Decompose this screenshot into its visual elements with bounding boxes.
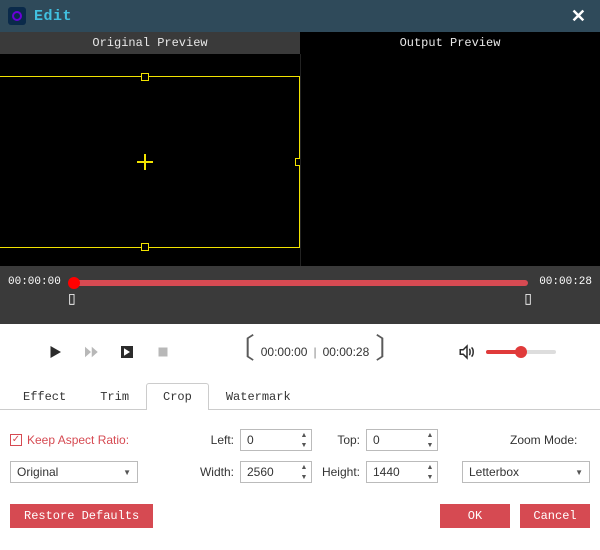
spin-up-icon[interactable]: ▲ xyxy=(423,462,437,472)
spin-up-icon[interactable]: ▲ xyxy=(297,462,311,472)
window-title: Edit xyxy=(34,8,72,25)
zoom-mode-label: Zoom Mode: xyxy=(510,433,590,447)
ok-button[interactable]: OK xyxy=(440,504,510,528)
cancel-button[interactable]: Cancel xyxy=(520,504,590,528)
chevron-down-icon: ▼ xyxy=(123,468,131,477)
range-start-marker[interactable]: ▯ xyxy=(68,290,76,307)
height-label: Height: xyxy=(316,465,366,479)
timeline-start-label: 00:00:00 xyxy=(8,276,64,288)
keep-aspect-checkbox[interactable]: ✓ Keep Aspect Ratio: xyxy=(10,433,160,447)
fast-forward-button[interactable] xyxy=(80,341,102,363)
preview-area: Original Preview Output Preview xyxy=(0,32,600,266)
volume-icon[interactable] xyxy=(456,341,478,363)
checkbox-checked-icon: ✓ xyxy=(10,434,22,446)
spin-up-icon[interactable]: ▲ xyxy=(423,430,437,440)
top-input[interactable]: 0 ▲▼ xyxy=(366,429,438,451)
tab-crop[interactable]: Crop xyxy=(146,383,209,410)
spin-down-icon[interactable]: ▼ xyxy=(297,440,311,450)
footer: Restore Defaults OK Cancel xyxy=(0,496,600,538)
output-preview-header: Output Preview xyxy=(300,32,600,54)
restore-defaults-button[interactable]: Restore Defaults xyxy=(10,504,153,528)
spin-down-icon[interactable]: ▼ xyxy=(297,472,311,482)
bracket-right-icon[interactable]: 〕 xyxy=(375,338,403,366)
timeline-end-label: 00:00:28 xyxy=(536,276,592,288)
aspect-select[interactable]: Original ▼ xyxy=(10,461,138,483)
timeline: 00:00:00 ▯ ▯ 00:00:28 xyxy=(0,266,600,324)
stop-button[interactable] xyxy=(152,341,174,363)
bracket-left-icon[interactable]: 〔 xyxy=(227,338,255,366)
original-preview[interactable] xyxy=(0,54,300,266)
volume-slider[interactable] xyxy=(486,350,556,354)
width-input[interactable]: 2560 ▲▼ xyxy=(240,461,312,483)
scrub-thumb[interactable] xyxy=(68,277,80,289)
crop-handle-bottom[interactable] xyxy=(141,243,149,251)
chevron-down-icon: ▼ xyxy=(575,468,583,477)
crop-panel: ✓ Keep Aspect Ratio: Left: 0 ▲▼ Top: 0 ▲… xyxy=(0,410,600,496)
original-preview-header: Original Preview xyxy=(0,32,300,54)
spin-down-icon[interactable]: ▼ xyxy=(423,472,437,482)
spin-down-icon[interactable]: ▼ xyxy=(423,440,437,450)
close-icon[interactable]: ✕ xyxy=(565,6,592,27)
next-frame-button[interactable] xyxy=(116,341,138,363)
crop-center-icon[interactable] xyxy=(137,154,153,170)
current-time: 00:00:00 xyxy=(261,345,308,359)
playback-bar: 〔 00:00:00 | 00:00:28 〕 xyxy=(0,324,600,380)
top-label: Top: xyxy=(330,433,366,447)
time-display: 〔 00:00:00 | 00:00:28 〕 xyxy=(227,338,404,366)
tab-watermark[interactable]: Watermark xyxy=(209,383,308,410)
zoom-mode-select[interactable]: Letterbox ▼ xyxy=(462,461,590,483)
left-label: Left: xyxy=(190,433,240,447)
app-logo xyxy=(8,7,26,25)
tab-effect[interactable]: Effect xyxy=(6,383,83,410)
left-input[interactable]: 0 ▲▼ xyxy=(240,429,312,451)
title-bar: Edit ✕ xyxy=(0,0,600,32)
crop-handle-top[interactable] xyxy=(141,73,149,81)
height-input[interactable]: 1440 ▲▼ xyxy=(366,461,438,483)
keep-aspect-label: Keep Aspect Ratio: xyxy=(27,433,129,447)
spin-up-icon[interactable]: ▲ xyxy=(297,430,311,440)
tab-trim[interactable]: Trim xyxy=(83,383,146,410)
total-time: 00:00:28 xyxy=(323,345,370,359)
scrub-slider[interactable]: ▯ ▯ xyxy=(72,276,528,316)
range-end-marker[interactable]: ▯ xyxy=(524,290,532,307)
play-button[interactable] xyxy=(44,341,66,363)
volume-thumb[interactable] xyxy=(515,346,527,358)
width-label: Width: xyxy=(190,465,240,479)
tab-bar: Effect Trim Crop Watermark xyxy=(0,380,600,410)
output-preview xyxy=(300,54,600,266)
crop-rectangle[interactable] xyxy=(0,76,300,248)
